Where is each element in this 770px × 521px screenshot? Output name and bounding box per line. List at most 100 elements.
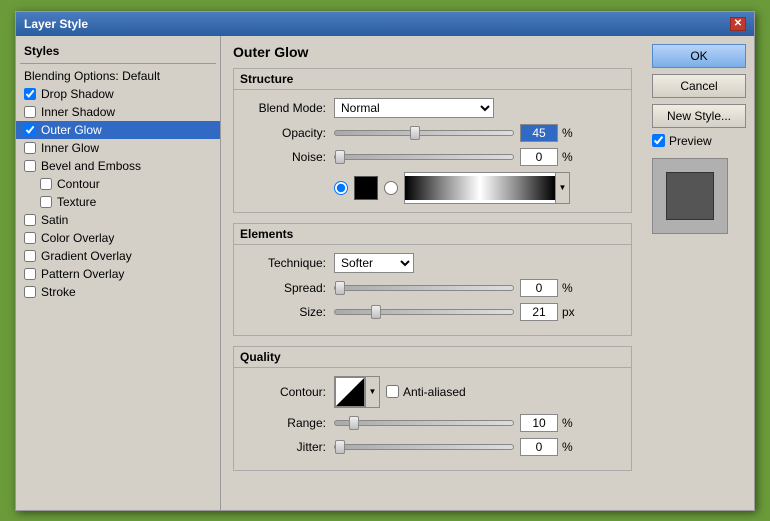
- inner-shadow-label: Inner Shadow: [41, 105, 115, 119]
- structure-section: Structure Blend Mode: Normal Dissolve Mu…: [233, 68, 632, 213]
- spread-input[interactable]: [520, 279, 558, 297]
- range-label: Range:: [244, 416, 334, 430]
- satin-checkbox[interactable]: [24, 214, 36, 226]
- drop-shadow-label: Drop Shadow: [41, 87, 114, 101]
- gradient-swatch[interactable]: ▼: [404, 172, 570, 204]
- sidebar-item-satin[interactable]: Satin: [16, 211, 220, 229]
- quality-title: Quality: [234, 347, 631, 368]
- size-unit: px: [562, 305, 578, 319]
- inner-glow-label: Inner Glow: [41, 141, 99, 155]
- opacity-input[interactable]: [520, 124, 558, 142]
- drop-shadow-checkbox[interactable]: [24, 88, 36, 100]
- bevel-emboss-checkbox[interactable]: [24, 160, 36, 172]
- gradient-dropdown-arrow[interactable]: ▼: [555, 173, 569, 203]
- sidebar-item-drop-shadow[interactable]: Drop Shadow: [16, 85, 220, 103]
- sidebar-item-stroke[interactable]: Stroke: [16, 283, 220, 301]
- blending-options-label: Blending Options: Default: [24, 69, 160, 83]
- sidebar-item-bevel-emboss[interactable]: Bevel and Emboss: [16, 157, 220, 175]
- cancel-button[interactable]: Cancel: [652, 74, 746, 98]
- opacity-row: Opacity: %: [244, 124, 621, 142]
- outer-glow-title: Outer Glow: [233, 44, 632, 60]
- outer-glow-checkbox[interactable]: [24, 124, 36, 136]
- new-style-button[interactable]: New Style...: [652, 104, 746, 128]
- stroke-checkbox[interactable]: [24, 286, 36, 298]
- range-unit: %: [562, 416, 578, 430]
- inner-glow-checkbox[interactable]: [24, 142, 36, 154]
- color-radio-solid[interactable]: [334, 181, 348, 195]
- sidebar-item-contour[interactable]: Contour: [16, 175, 220, 193]
- structure-title: Structure: [234, 69, 631, 90]
- sidebar-item-pattern-overlay[interactable]: Pattern Overlay: [16, 265, 220, 283]
- close-button[interactable]: ✕: [730, 17, 746, 31]
- quality-section: Quality Contour: ▼: [233, 346, 632, 471]
- jitter-slider[interactable]: [334, 444, 514, 450]
- contour-picker[interactable]: ▼: [334, 376, 380, 408]
- technique-row: Technique: Softer Precise: [244, 253, 621, 273]
- size-input[interactable]: [520, 303, 558, 321]
- ok-button[interactable]: OK: [652, 44, 746, 68]
- stroke-label: Stroke: [41, 285, 76, 299]
- contour-dropdown-arrow[interactable]: ▼: [365, 377, 379, 407]
- outer-glow-label: Outer Glow: [41, 123, 102, 137]
- jitter-unit: %: [562, 440, 578, 454]
- sidebar-item-inner-glow[interactable]: Inner Glow: [16, 139, 220, 157]
- size-row: Size: px: [244, 303, 621, 321]
- sidebar-item-blending-options[interactable]: Blending Options: Default: [16, 67, 220, 85]
- contour-quality-label: Contour:: [244, 385, 334, 399]
- dialog-body: Styles Blending Options: Default Drop Sh…: [16, 36, 754, 510]
- sidebar-item-gradient-overlay[interactable]: Gradient Overlay: [16, 247, 220, 265]
- noise-input[interactable]: [520, 148, 558, 166]
- spread-unit: %: [562, 281, 578, 295]
- texture-checkbox[interactable]: [40, 196, 52, 208]
- spread-slider[interactable]: [334, 285, 514, 291]
- gradient-overlay-label: Gradient Overlay: [41, 249, 132, 263]
- color-overlay-label: Color Overlay: [41, 231, 114, 245]
- range-input[interactable]: [520, 414, 558, 432]
- preview-label-text: Preview: [669, 134, 712, 148]
- noise-label: Noise:: [244, 150, 334, 164]
- technique-select[interactable]: Softer Precise: [334, 253, 414, 273]
- range-slider[interactable]: [334, 420, 514, 426]
- preview-checkbox[interactable]: [652, 134, 665, 147]
- noise-slider[interactable]: [334, 154, 514, 160]
- contour-row: Contour: ▼ Anti-: [244, 376, 621, 408]
- contour-checkbox[interactable]: [40, 178, 52, 190]
- bevel-emboss-label: Bevel and Emboss: [41, 159, 141, 173]
- preview-label-row: Preview: [652, 134, 746, 148]
- title-bar: Layer Style ✕: [16, 12, 754, 36]
- spread-row: Spread: %: [244, 279, 621, 297]
- pattern-overlay-checkbox[interactable]: [24, 268, 36, 280]
- spread-label: Spread:: [244, 281, 334, 295]
- elements-content: Technique: Softer Precise Spread:: [234, 245, 631, 335]
- technique-label: Technique:: [244, 256, 334, 270]
- opacity-unit: %: [562, 126, 578, 140]
- preview-box: [652, 158, 728, 234]
- anti-aliased-row: Anti-aliased: [386, 385, 466, 399]
- elements-section: Elements Technique: Softer Precise Sprea…: [233, 223, 632, 336]
- elements-title: Elements: [234, 224, 631, 245]
- layer-style-dialog: Layer Style ✕ Styles Blending Options: D…: [15, 11, 755, 511]
- color-row: ▼: [334, 172, 621, 204]
- gradient-overlay-checkbox[interactable]: [24, 250, 36, 262]
- sidebar: Styles Blending Options: Default Drop Sh…: [16, 36, 221, 510]
- contour-thumbnail[interactable]: [335, 377, 365, 407]
- sidebar-item-texture[interactable]: Texture: [16, 193, 220, 211]
- sidebar-item-outer-glow[interactable]: Outer Glow: [16, 121, 220, 139]
- jitter-label: Jitter:: [244, 440, 334, 454]
- size-slider[interactable]: [334, 309, 514, 315]
- color-swatch-black[interactable]: [354, 176, 378, 200]
- sidebar-item-color-overlay[interactable]: Color Overlay: [16, 229, 220, 247]
- blend-mode-select[interactable]: Normal Dissolve Multiply Screen Overlay: [334, 98, 494, 118]
- preview-square: [666, 172, 714, 220]
- color-radio-gradient[interactable]: [384, 181, 398, 195]
- texture-label: Texture: [57, 195, 96, 209]
- opacity-slider[interactable]: [334, 130, 514, 136]
- blend-mode-label: Blend Mode:: [244, 101, 334, 115]
- jitter-input[interactable]: [520, 438, 558, 456]
- sidebar-item-inner-shadow[interactable]: Inner Shadow: [16, 103, 220, 121]
- satin-label: Satin: [41, 213, 68, 227]
- inner-shadow-checkbox[interactable]: [24, 106, 36, 118]
- pattern-overlay-label: Pattern Overlay: [41, 267, 124, 281]
- color-overlay-checkbox[interactable]: [24, 232, 36, 244]
- anti-aliased-checkbox[interactable]: [386, 385, 399, 398]
